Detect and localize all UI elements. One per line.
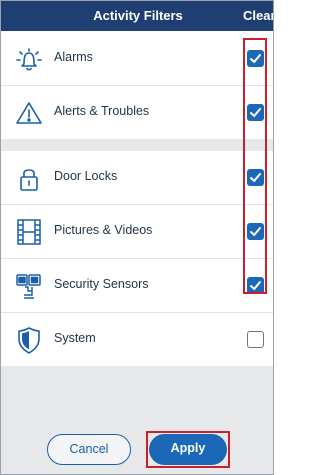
- header-bar: Activity Filters Clear: [1, 1, 273, 31]
- sensor-icon: [15, 271, 43, 301]
- section-gap: [1, 139, 273, 151]
- shield-icon: [15, 325, 43, 355]
- filter-label-alerts-troubles: Alerts & Troubles: [54, 104, 150, 118]
- padlock-icon: [15, 163, 43, 193]
- warning-triangle-icon: [15, 98, 43, 128]
- filter-label-door-locks: Door Locks: [54, 169, 118, 183]
- filter-row-pictures-videos[interactable]: Pictures & Videos: [1, 205, 273, 258]
- film-strip-icon: [15, 217, 43, 247]
- checkbox-highlight-box: [243, 38, 267, 294]
- alarm-bell-icon: [15, 44, 43, 74]
- apply-button[interactable]: Apply: [149, 434, 227, 465]
- page-title: Activity Filters: [93, 8, 183, 23]
- cancel-button[interactable]: Cancel: [47, 434, 131, 465]
- activity-filters-screen: Activity Filters Clear Alarms Alerts & T…: [0, 0, 274, 475]
- clear-button[interactable]: Clear: [243, 8, 273, 23]
- filter-row-security-sensors[interactable]: Security Sensors: [1, 259, 273, 312]
- system-checkbox[interactable]: [247, 331, 264, 348]
- filter-label-alarms: Alarms: [54, 50, 93, 64]
- footer-bar: [1, 416, 273, 474]
- filter-row-door-locks[interactable]: Door Locks: [1, 151, 273, 204]
- filter-label-system: System: [54, 331, 96, 345]
- filter-label-security-sensors: Security Sensors: [54, 277, 149, 291]
- filter-row-system[interactable]: System: [1, 313, 273, 366]
- filter-label-pictures-videos: Pictures & Videos: [54, 223, 153, 237]
- filter-row-alarms[interactable]: Alarms: [1, 32, 273, 85]
- empty-list-area: [1, 366, 273, 416]
- filter-row-alerts-troubles[interactable]: Alerts & Troubles: [1, 86, 273, 139]
